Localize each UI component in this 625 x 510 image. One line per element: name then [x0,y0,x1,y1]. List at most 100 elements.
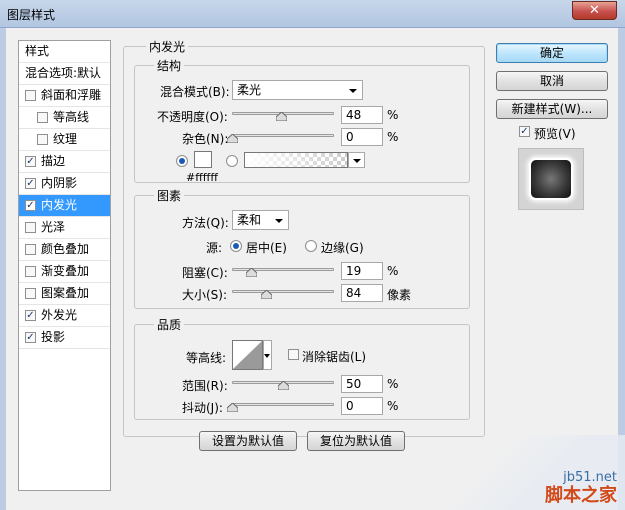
size-input[interactable]: 84 [341,284,383,302]
style-list-item-label: 光泽 [41,220,66,234]
glow-color-swatch[interactable] [194,151,212,168]
style-checkbox[interactable]: ✓ [25,332,36,343]
style-list-item-label: 等高线 [53,110,90,124]
noise-input[interactable]: 0 [341,128,383,146]
method-label: 方法(Q): [182,216,229,230]
style-list-item-label: 纹理 [53,132,78,146]
style-list-item[interactable]: 渐变叠加 [19,261,110,283]
choke-input[interactable]: 19 [341,262,383,280]
gradient-picker-button[interactable] [348,152,365,168]
glow-gradient-swatch[interactable] [244,152,348,168]
blend-options-item[interactable]: 混合选项:默认 [19,63,110,85]
style-checkbox[interactable] [37,134,48,145]
style-list-item[interactable]: ✓ 外发光 [19,305,110,327]
close-icon: ✕ [589,3,600,18]
style-list-item-label: 内发光 [41,198,78,212]
gradient-radio[interactable] [226,155,238,167]
cancel-button[interactable]: 取消 [496,71,608,91]
close-button[interactable]: ✕ [572,1,617,20]
noise-unit: % [387,130,399,144]
style-list-item-label: 斜面和浮雕 [41,88,102,102]
watermark: jb51.net 脚本之家 [435,435,625,510]
style-checkbox[interactable]: ✓ [25,156,36,167]
jitter-slider[interactable] [232,403,334,406]
contour-dropdown[interactable] [263,340,272,370]
style-checkbox[interactable]: ✓ [25,178,36,189]
noise-label: 杂色(N): [182,132,229,146]
style-checkbox[interactable]: ✓ [25,310,36,321]
watermark-site-name: 脚本之家 [545,485,617,506]
quality-title: 品质 [154,316,185,333]
style-list-item[interactable]: ✓ 描边 [19,151,110,173]
range-label: 范围(R): [182,379,228,393]
blend-mode-label: 混合模式(B): [160,85,230,99]
size-label: 大小(S): [182,288,228,302]
jitter-slider-thumb[interactable] [227,403,238,412]
chevron-down-icon [264,354,270,358]
style-checkbox[interactable] [25,244,36,255]
style-list-item[interactable]: 颜色叠加 [19,239,110,261]
size-unit: 像素 [387,288,412,302]
glow-color-hex: #ffffff [186,171,218,184]
contour-curve-icon [233,341,262,369]
jitter-input[interactable]: 0 [341,397,383,415]
blend-mode-select[interactable]: 柔光 [232,80,363,100]
range-input[interactable]: 50 [341,375,383,393]
contour-picker[interactable] [232,340,263,370]
dialog-client: 样式 混合选项:默认 斜面和浮雕 等高线 纹理 ✓ 描边 ✓ 内阴影 ✓ 内发光 光泽 颜色叠加 渐变… [6,28,618,504]
blend-mode-value: 柔光 [237,83,262,97]
chevron-down-icon [353,159,361,163]
style-list-item-label: 投影 [41,330,66,344]
style-list-item[interactable]: ✓ 投影 [19,327,110,349]
contour-label: 等高线: [186,351,227,365]
style-list-item[interactable]: ✓ 内发光 [19,195,110,217]
jitter-unit: % [387,399,399,413]
style-checkbox[interactable] [25,266,36,277]
range-slider-thumb[interactable] [278,381,289,390]
style-checkbox[interactable] [25,222,36,233]
style-list-item[interactable]: 光泽 [19,217,110,239]
opacity-input[interactable]: 48 [341,106,383,124]
style-checkbox[interactable]: ✓ [25,200,36,211]
antialias-checkbox[interactable] [288,349,299,360]
reset-default-button[interactable]: 复位为默认值 [307,431,405,451]
noise-slider[interactable] [232,134,334,137]
window-title: 图层样式 [7,8,56,22]
range-unit: % [387,377,399,391]
source-edge-radio[interactable] [305,240,317,252]
style-list-item[interactable]: 图案叠加 [19,283,110,305]
elements-title: 图素 [154,187,185,204]
source-center-label[interactable]: 居中(E) [246,239,287,256]
source-edge-label[interactable]: 边缘(G) [321,239,364,256]
source-center-radio[interactable] [230,240,242,252]
style-list-header[interactable]: 样式 [19,41,110,63]
choke-slider-thumb[interactable] [246,268,258,277]
style-checkbox[interactable] [25,288,36,299]
opacity-slider-thumb[interactable] [275,112,287,121]
size-slider-thumb[interactable] [261,290,273,299]
style-list-item-label: 渐变叠加 [41,264,90,278]
preview-label[interactable]: 预览(V) [534,125,576,142]
style-checkbox[interactable] [37,112,48,123]
chevron-down-icon [275,219,283,223]
source-label: 源: [206,241,223,255]
style-list-item-label: 颜色叠加 [41,242,90,256]
size-slider[interactable] [232,290,334,293]
new-style-button[interactable]: 新建样式(W)... [496,99,608,119]
style-list-item[interactable]: 纹理 [19,129,110,151]
style-preview-swatch [531,160,571,198]
noise-slider-thumb[interactable] [227,134,238,143]
opacity-label: 不透明度(O): [157,110,228,124]
style-list-item[interactable]: ✓ 内阴影 [19,173,110,195]
jitter-label: 抖动(J): [182,401,223,415]
ok-button[interactable]: 确定 [496,43,608,63]
method-select[interactable]: 柔和 [232,210,289,230]
style-list-item[interactable]: 斜面和浮雕 [19,85,110,107]
antialias-label[interactable]: 消除锯齿(L) [302,348,366,365]
style-checkbox[interactable] [25,90,36,101]
make-default-button[interactable]: 设置为默认值 [199,431,297,451]
style-list-item[interactable]: 等高线 [19,107,110,129]
solid-color-radio[interactable] [176,155,188,167]
opacity-unit: % [387,108,399,122]
preview-checkbox[interactable]: ✓ [519,126,530,137]
